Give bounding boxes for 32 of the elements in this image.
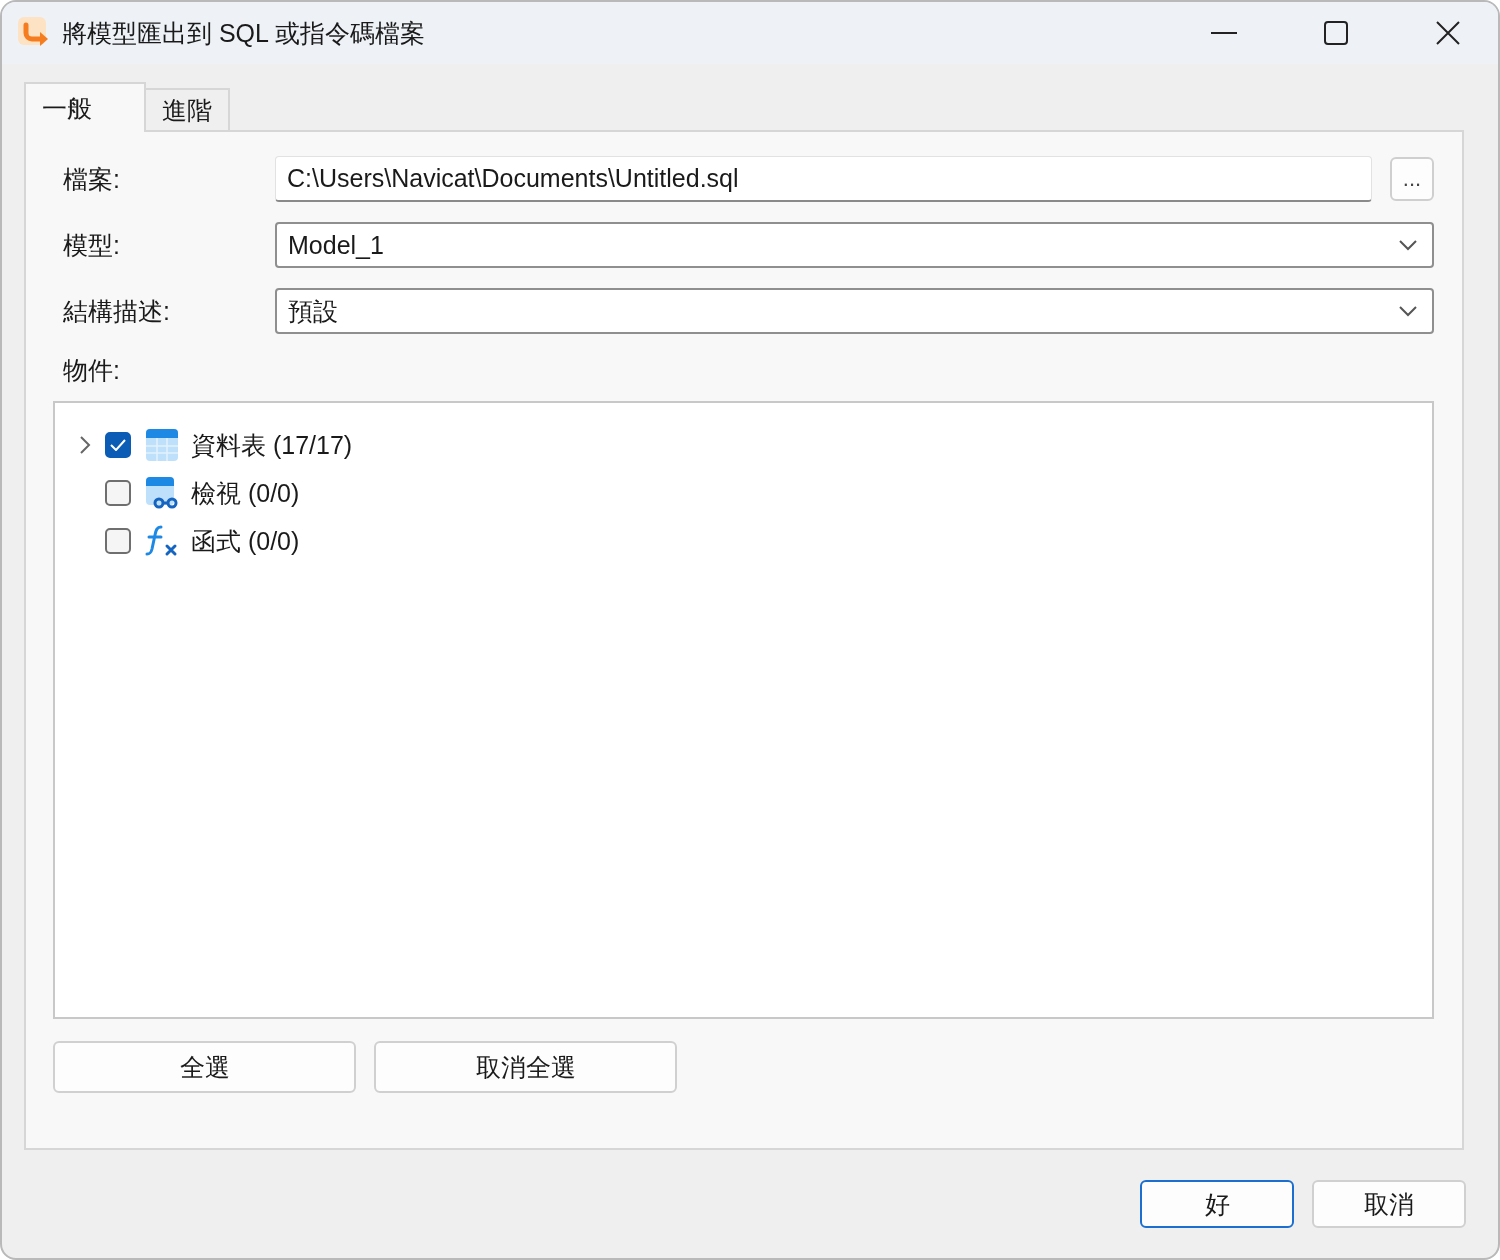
schema-dropdown[interactable]: 預設: [275, 288, 1434, 334]
ok-button[interactable]: 好: [1140, 1180, 1294, 1228]
view-icon: [145, 476, 179, 510]
checkmark-icon: [110, 439, 126, 451]
field-label: 模型:: [62, 229, 121, 261]
window-title: 將模型匯出到 SQL 或指令碼檔案: [62, 17, 426, 49]
tree-item-label[interactable]: 函式 (0/0): [191, 524, 300, 558]
checkbox[interactable]: [105, 432, 131, 458]
select-button[interactable]: 全選: [53, 1041, 356, 1093]
chevron-down-icon: [1398, 239, 1418, 251]
file-path-field[interactable]: C:\Users\Navicat\Documents\Untitled.sql: [275, 156, 1372, 202]
field-label: 檔案:: [62, 163, 121, 195]
maximize-icon: [1324, 21, 1348, 45]
chevron-right-icon[interactable]: [78, 436, 92, 454]
browse-button[interactable]: ...: [1390, 157, 1434, 201]
tab[interactable]: 一般: [24, 82, 146, 132]
cancel-button[interactable]: 取消: [1312, 1180, 1466, 1228]
checkbox[interactable]: [105, 480, 131, 506]
tree-item-label[interactable]: 資料表 (17/17): [191, 428, 353, 462]
tree-item-label[interactable]: 檢視 (0/0): [191, 476, 300, 510]
model-dropdown[interactable]: Model_1: [275, 222, 1434, 268]
function-icon: [145, 524, 179, 558]
checkbox[interactable]: [105, 528, 131, 554]
objects-label: 物件:: [62, 355, 121, 386]
app-icon: [18, 17, 50, 49]
minimize-icon: [1211, 32, 1237, 34]
tab[interactable]: 進階: [144, 88, 230, 130]
select-button[interactable]: 取消全選: [374, 1041, 677, 1093]
table-icon: [145, 428, 179, 462]
close-icon: [1436, 21, 1460, 45]
chevron-down-icon: [1398, 305, 1418, 317]
field-label: 結構描述:: [62, 295, 171, 327]
